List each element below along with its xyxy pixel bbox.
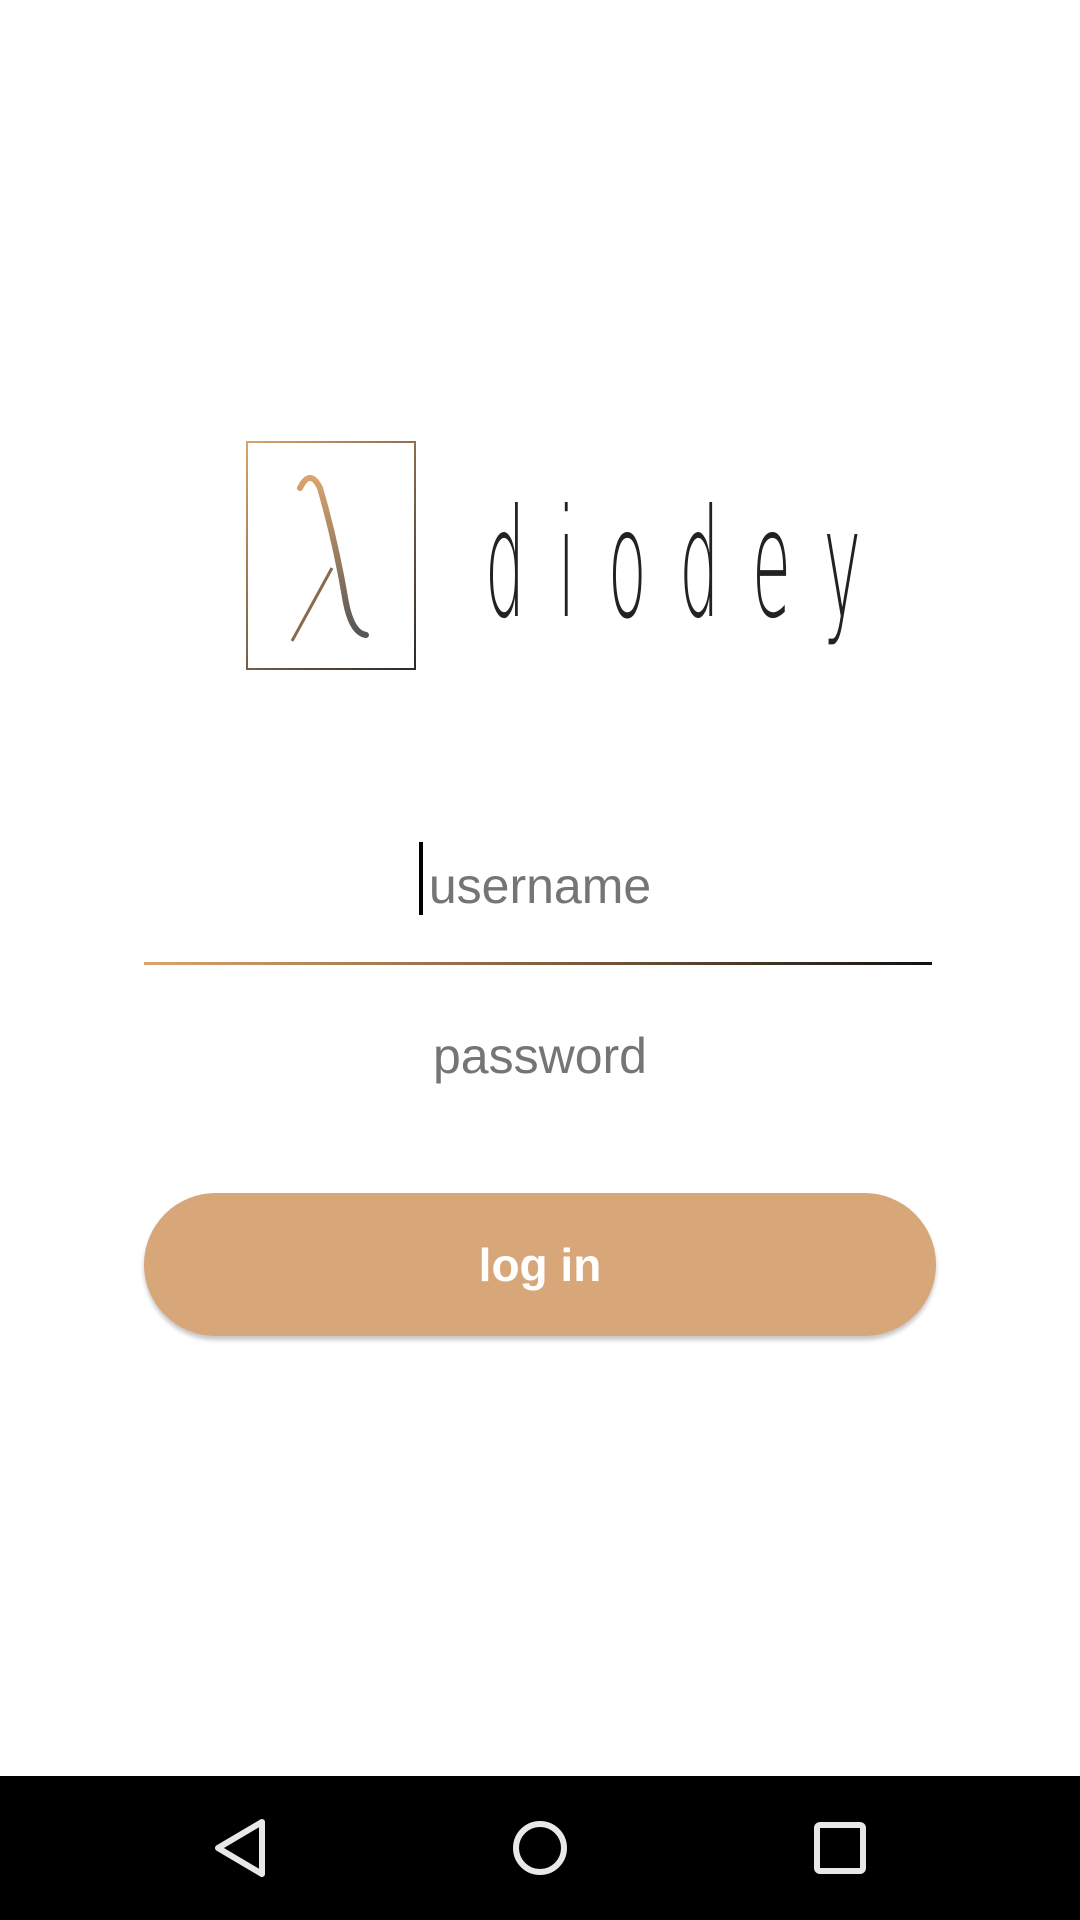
password-input[interactable] [144, 1015, 936, 1097]
home-icon [513, 1821, 567, 1875]
login-button[interactable]: log in [144, 1193, 936, 1336]
lambda-logo-icon [290, 475, 369, 642]
back-button[interactable] [180, 1776, 300, 1920]
android-navigation-bar [0, 1776, 1080, 1920]
recents-button[interactable] [780, 1776, 900, 1920]
back-icon [215, 1819, 265, 1877]
username-input[interactable] [144, 845, 936, 927]
recents-icon [814, 1822, 866, 1874]
username-underline [144, 962, 932, 965]
text-cursor [419, 842, 423, 915]
logo-box [246, 441, 416, 670]
home-button[interactable] [480, 1776, 600, 1920]
brand-wordmark: diodey [485, 478, 894, 652]
